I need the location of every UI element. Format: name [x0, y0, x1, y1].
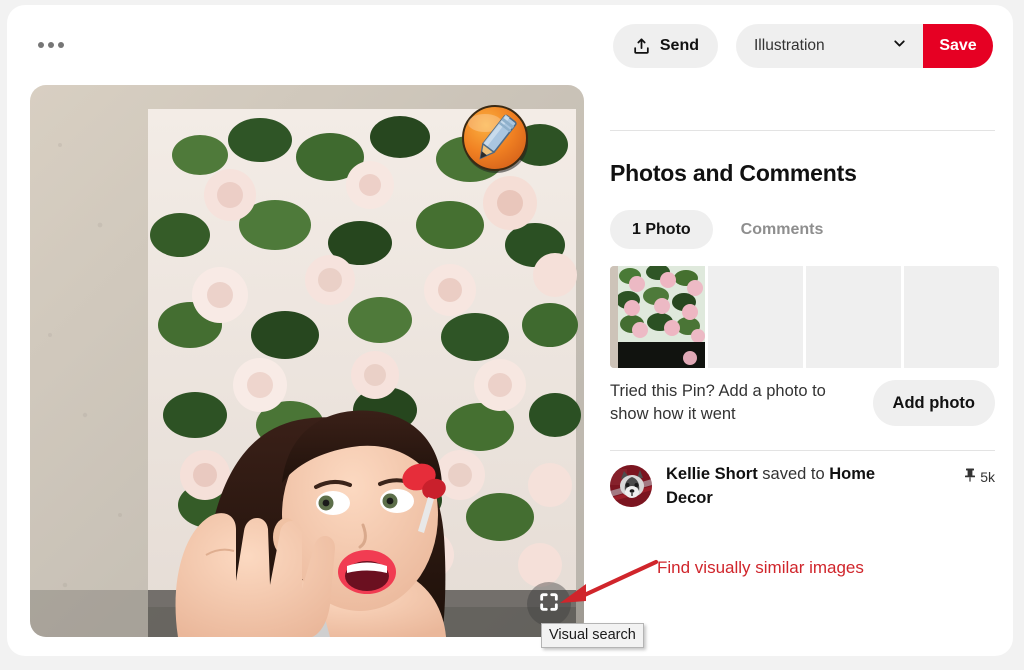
photo-thumbnail-filled[interactable]	[610, 266, 705, 368]
pin-photo-graphic	[30, 85, 584, 637]
dot-icon	[38, 42, 44, 48]
board-select-value: Illustration	[754, 37, 825, 54]
tab-photos[interactable]: 1 Photo	[610, 210, 713, 249]
pin-saver-name[interactable]: Kellie Short	[666, 465, 758, 483]
pin-photo[interactable]	[30, 85, 584, 637]
send-button-label: Send	[659, 37, 699, 54]
photo-thumbnail-empty[interactable]	[806, 266, 901, 368]
save-button[interactable]: Save	[923, 24, 993, 68]
annotation-label: Find visually similar images	[657, 558, 864, 577]
panel-divider-bottom	[610, 450, 995, 451]
dot-icon	[58, 42, 64, 48]
user-avatar-husky-icon	[610, 465, 652, 507]
add-photo-button-label: Add photo	[892, 393, 975, 412]
send-button[interactable]: Send	[612, 24, 718, 68]
pin-action-toolbar: Send Illustration Save	[612, 24, 993, 68]
page-title: Photos and Comments	[610, 160, 857, 186]
pin-saver-middle-text: saved to	[757, 465, 830, 483]
tab-comments-label: Comments	[740, 220, 824, 238]
page-root: Send Illustration Save Visual search Fin…	[0, 0, 1024, 670]
pin-saver-row: Kellie Short saved to Home Decor 5k	[610, 463, 995, 511]
visual-search-tooltip: Visual search	[541, 623, 644, 648]
share-upload-icon	[632, 37, 651, 56]
panel-tabs: 1 Photo Comments	[610, 210, 845, 249]
add-photo-row: Tried this Pin? Add a photo to show how …	[610, 380, 995, 427]
tab-comments[interactable]: Comments	[719, 210, 846, 249]
add-photo-prompt: Tried this Pin? Add a photo to show how …	[610, 382, 826, 424]
pin-count-label: 5k	[980, 468, 995, 485]
avatar[interactable]	[610, 465, 652, 507]
photo-thumbnail-empty[interactable]	[904, 266, 999, 368]
thumbnail-graphic	[610, 266, 705, 368]
photo-thumbnail-empty[interactable]	[708, 266, 803, 368]
red-arrow-icon	[552, 556, 662, 611]
photo-thumbnail-strip	[610, 266, 999, 368]
pin-saver-text: Kellie Short saved to Home Decor	[666, 463, 896, 511]
more-options-button[interactable]	[38, 33, 72, 57]
save-group: Illustration Save	[736, 24, 993, 68]
pin-count: 5k	[964, 463, 995, 485]
chevron-down-icon	[891, 35, 908, 57]
tab-photos-label: 1 Photo	[632, 220, 691, 238]
panel-divider-top	[610, 130, 995, 131]
add-photo-button[interactable]: Add photo	[872, 380, 995, 427]
save-button-label: Save	[939, 37, 977, 54]
pushpin-icon	[964, 468, 976, 485]
dot-icon	[48, 42, 54, 48]
board-select-dropdown[interactable]: Illustration	[736, 24, 923, 68]
